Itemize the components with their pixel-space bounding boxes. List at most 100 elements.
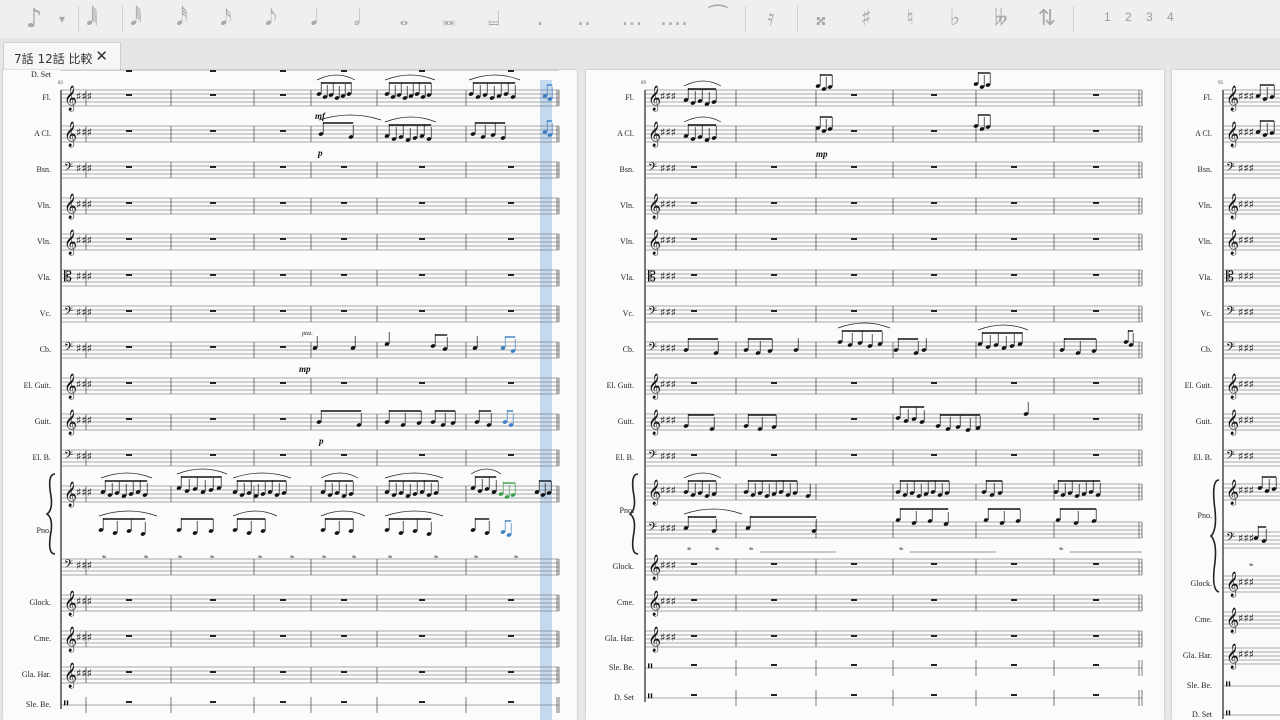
double-dot-icon[interactable]: .. (570, 4, 598, 34)
staff-el-b-[interactable]: 𝄢 ♯♯♯ (645, 449, 1143, 467)
note-group[interactable] (430, 410, 456, 428)
instrument-label[interactable]: Cme. (3, 634, 51, 643)
instrument-label[interactable]: Guit. (586, 417, 634, 426)
staff-vln-[interactable]: 𝄞♯♯♯ (61, 229, 560, 255)
staff-glock-[interactable]: 𝄞♯♯♯ (1223, 571, 1280, 597)
note-group[interactable] (981, 480, 1003, 498)
flip-direction-icon[interactable]: ⇅ (1032, 4, 1062, 34)
staff-el-guit-[interactable]: 𝄞♯♯♯ (61, 373, 560, 399)
note-group[interactable] (468, 74, 521, 101)
note-group[interactable] (384, 510, 444, 537)
duration-128th-icon[interactable]: 𝅘𝅥𝅲 (77, 4, 107, 34)
double-sharp-icon[interactable]: 𝄪 (809, 4, 833, 34)
note-group[interactable] (176, 518, 214, 536)
note-group[interactable] (1055, 508, 1097, 526)
duration-half-icon[interactable]: 𝅗𝅥 (342, 4, 372, 34)
staff-vla-[interactable]: 𝄡 ♯♯♯ (61, 269, 560, 287)
instrument-label[interactable]: Vc. (3, 309, 51, 318)
duration-eighth-icon[interactable]: 𝅘𝅥𝅮 (256, 4, 286, 34)
staff-bsn-[interactable]: 𝄢 ♯♯♯ (61, 161, 560, 179)
duration-breve-icon[interactable]: 𝅜 (432, 4, 466, 34)
note-group[interactable] (474, 410, 492, 428)
instrument-label[interactable]: Bsn. (586, 165, 634, 174)
staff-gla-har-[interactable]: 𝄞♯♯♯ (61, 662, 560, 688)
staff-guit-[interactable]: 𝄞♯♯♯ (645, 409, 1143, 435)
staff-cb-[interactable]: 𝄢 ♯♯♯ (61, 341, 560, 359)
instrument-label[interactable]: Vla. (586, 273, 634, 282)
staff-cb-[interactable]: 𝄢 ♯♯♯ (645, 341, 1143, 359)
instrument-label[interactable]: Guit. (3, 417, 51, 426)
instrument-label[interactable]: Sle. Be. (3, 700, 51, 709)
note-group[interactable] (805, 484, 811, 499)
voice-2-button[interactable]: 2 (1125, 10, 1132, 24)
score-page-1[interactable]: 83 𝄞 ♯♯♯ 𝄞 ♯♯♯ 𝄢 ♯♯♯ 𝄞 ♯♯♯ 𝄞 ♯♯♯ 𝄡 ♯♯♯ 𝄢 ♯♯♯ 𝄢 ♯♯♯ 𝄞 ♯♯♯ 𝄞… (3, 70, 577, 720)
instrument-label[interactable]: Vln. (1172, 237, 1212, 246)
instrument-label[interactable]: Cb. (586, 345, 634, 354)
note-group[interactable] (683, 414, 715, 432)
instrument-label[interactable]: Guit. (1172, 417, 1212, 426)
instrument-label[interactable]: Vla. (3, 273, 51, 282)
instrument-label[interactable]: El. Guit. (1172, 381, 1212, 390)
instrument-label[interactable]: Sle. Be. (586, 663, 634, 672)
note-group[interactable] (350, 336, 356, 351)
staff-bsn-[interactable]: 𝄢 ♯♯♯ (645, 161, 1143, 179)
staff-pno-bass[interactable]: 𝄢 ♯♯♯ (1223, 531, 1280, 549)
instrument-label[interactable]: Glock. (3, 598, 51, 607)
note-group[interactable] (500, 520, 512, 538)
note-group[interactable] (1059, 338, 1097, 356)
note-input-mode-menu-icon[interactable]: ▾ (55, 4, 69, 34)
note-group[interactable] (176, 468, 228, 495)
staff-gla-har-[interactable]: 𝄞♯♯♯ (1223, 643, 1280, 669)
note-group[interactable] (743, 414, 777, 432)
augmentation-dot-icon[interactable]: . (530, 4, 550, 34)
instrument-label[interactable]: Cme. (1172, 615, 1212, 624)
voice-4-button[interactable]: 4 (1167, 10, 1174, 24)
staff-d-set[interactable]: 𝄥 (61, 70, 559, 74)
staff-a-cl-[interactable]: 𝄞♯♯♯ (645, 121, 1143, 147)
staff-el-guit-[interactable]: 𝄞♯♯♯ (1223, 373, 1280, 399)
staff-cme-[interactable]: 𝄞♯♯♯ (1223, 607, 1280, 633)
instrument-label[interactable]: D. Set (3, 70, 51, 79)
note-group[interactable] (98, 510, 158, 537)
score-page-3[interactable]: 95 𝄞 ♯♯♯ 𝄞 ♯♯♯ 𝄢 ♯♯♯ 𝄞 ♯♯♯ 𝄞 ♯♯♯ 𝄡 ♯♯♯ 𝄢 ♯♯♯ 𝄢 ♯♯♯ 𝄞 ♯♯♯ 𝄞… (1172, 70, 1280, 720)
flat-icon[interactable]: ♭ (943, 4, 967, 34)
note-group[interactable] (973, 72, 991, 90)
note-group[interactable] (498, 482, 516, 500)
voice-1-button[interactable]: 1 (1104, 10, 1111, 24)
note-group[interactable] (743, 338, 773, 356)
instrument-label[interactable]: Gla. Har. (586, 634, 634, 643)
note-group[interactable] (1257, 476, 1277, 494)
staff-glock-[interactable]: 𝄞♯♯♯ (645, 554, 1143, 580)
staff-pno-bass[interactable]: 𝄢 ♯♯♯ (61, 558, 560, 576)
staff-vc-[interactable]: 𝄢 ♯♯♯ (61, 305, 560, 323)
note-group[interactable] (384, 332, 390, 347)
instrument-label[interactable]: Bsn. (3, 165, 51, 174)
staff-glock-[interactable]: 𝄞♯♯♯ (61, 590, 560, 616)
note-group[interactable] (502, 410, 514, 428)
staff-vln-[interactable]: 𝄞♯♯♯ (1223, 193, 1280, 219)
instrument-label[interactable]: Gla. Har. (1172, 651, 1212, 660)
note-group[interactable] (983, 508, 1021, 526)
staff-vc-[interactable]: 𝄢 ♯♯♯ (1223, 305, 1280, 323)
instrument-label[interactable]: Glock. (1172, 579, 1212, 588)
natural-icon[interactable]: ♮ (899, 4, 921, 34)
quadruple-dot-icon[interactable]: .... (656, 4, 692, 34)
note-group[interactable] (1255, 120, 1275, 138)
note-group[interactable] (384, 410, 422, 428)
note-group[interactable] (893, 338, 919, 356)
note-group[interactable] (745, 516, 817, 534)
staff-vla-[interactable]: 𝄡 ♯♯♯ (1223, 269, 1280, 287)
note-group[interactable] (1255, 84, 1275, 102)
staff-vla-[interactable]: 𝄡 ♯♯♯ (645, 269, 1143, 287)
staff-pno-[interactable]: 𝄞♯♯♯ (645, 479, 1143, 505)
note-group[interactable] (318, 114, 382, 140)
instrument-label[interactable]: Cme. (586, 598, 634, 607)
note-group[interactable] (1253, 526, 1267, 544)
staff-cme-[interactable]: 𝄞♯♯♯ (61, 626, 560, 652)
note-group[interactable] (815, 74, 833, 92)
staff-pno-[interactable]: 𝄞♯♯♯ (61, 481, 560, 507)
instrument-label[interactable]: Vln. (586, 237, 634, 246)
instrument-label[interactable]: Pno. (3, 526, 51, 535)
double-flat-icon[interactable]: 𝄫 (986, 4, 1016, 34)
close-icon[interactable]: ✕ (95, 47, 108, 65)
